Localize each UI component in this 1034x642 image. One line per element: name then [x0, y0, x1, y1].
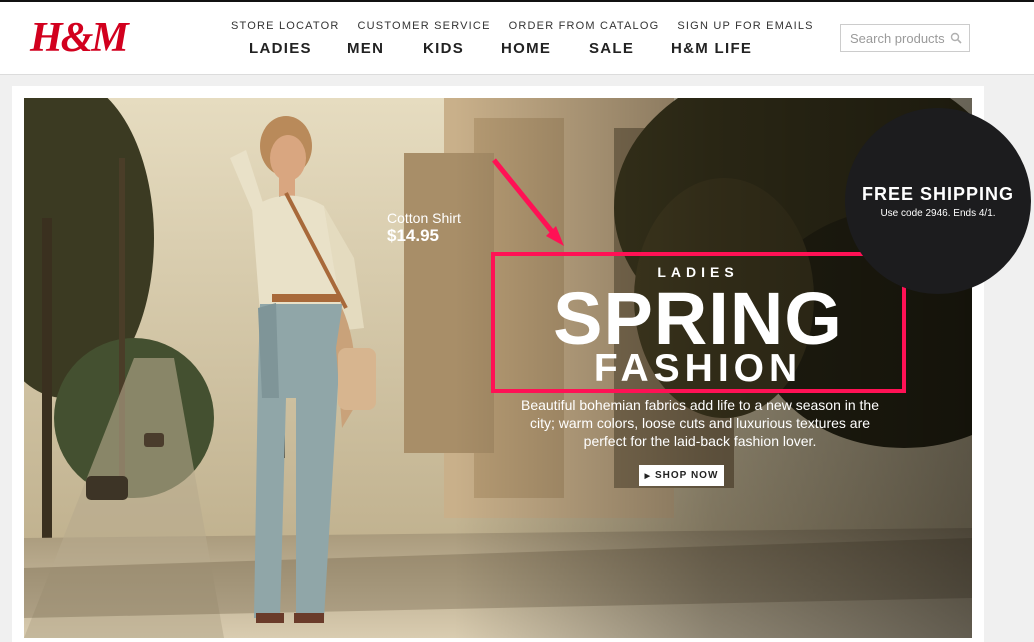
- product-name: Cotton Shirt: [387, 210, 461, 226]
- product-price: $14.95: [387, 226, 439, 245]
- shop-now-button[interactable]: ▶ SHOP NOW: [639, 465, 724, 486]
- badge-note: Use code 2946. Ends 4/1.: [880, 208, 996, 219]
- nav-link-kids[interactable]: KIDS: [423, 40, 501, 60]
- search-input[interactable]: [841, 25, 954, 51]
- search-icon[interactable]: [950, 32, 962, 44]
- utility-link-sign-up-for-emails[interactable]: SIGN UP FOR EMAILS: [677, 20, 813, 34]
- site-header: H&M STORE LOCATOR CUSTOMER SERVICE ORDER…: [0, 2, 1034, 75]
- search-box: [840, 24, 970, 52]
- product-price-tag[interactable]: Cotton Shirt $14.95: [387, 210, 461, 246]
- nav-link-ladies[interactable]: LADIES: [249, 40, 347, 60]
- headline-highlight-box: [491, 252, 906, 393]
- campaign-description: Beautiful bohemian fabrics add life to a…: [520, 397, 879, 449]
- nav-link-men[interactable]: MEN: [347, 40, 423, 60]
- badge-title: FREE SHIPPING: [861, 184, 1015, 204]
- free-shipping-badge[interactable]: FREE SHIPPING Use code 2946. Ends 4/1.: [845, 108, 1031, 294]
- nav-link-hm-life[interactable]: H&M LIFE: [671, 40, 752, 60]
- utility-nav: STORE LOCATOR CUSTOMER SERVICE ORDER FRO…: [231, 20, 814, 34]
- utility-link-order-from-catalog[interactable]: ORDER FROM CATALOG: [509, 20, 660, 34]
- nav-link-sale[interactable]: SALE: [589, 40, 671, 60]
- nav-link-home[interactable]: HOME: [501, 40, 589, 60]
- play-arrow-icon: ▶: [644, 472, 651, 480]
- shop-now-label: SHOP NOW: [655, 470, 719, 481]
- utility-link-store-locator[interactable]: STORE LOCATOR: [231, 20, 340, 34]
- utility-link-customer-service[interactable]: CUSTOMER SERVICE: [358, 20, 491, 34]
- brand-logo[interactable]: H&M: [30, 12, 129, 64]
- main-nav: LADIES MEN KIDS HOME SALE H&M LIFE: [249, 40, 752, 60]
